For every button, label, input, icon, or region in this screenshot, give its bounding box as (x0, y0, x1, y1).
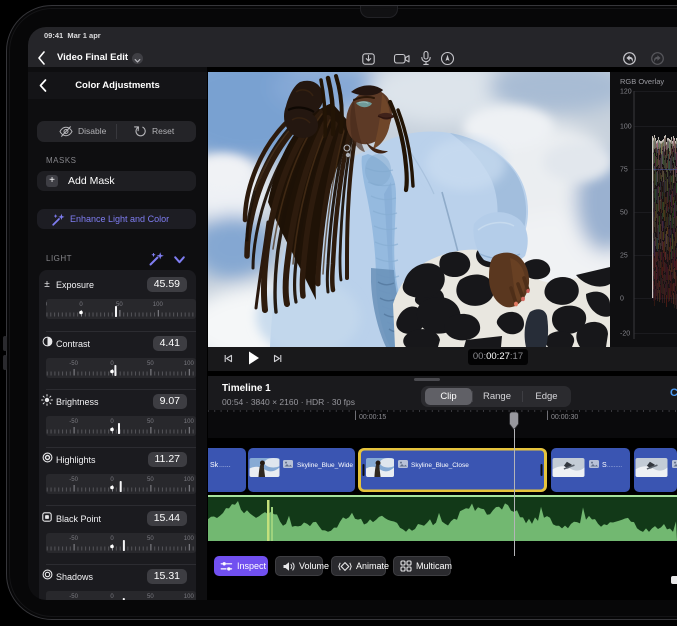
svg-text:75: 75 (620, 167, 628, 174)
svg-text:0: 0 (620, 296, 624, 303)
svg-text:00:00:30: 00:00:30 (551, 414, 578, 421)
svg-text:50: 50 (147, 594, 154, 600)
svg-text:25: 25 (620, 253, 628, 260)
svg-text:-50: -50 (46, 302, 48, 308)
svg-text:.........: ......... (607, 463, 622, 469)
svg-text:0: 0 (110, 419, 114, 425)
svg-text:50: 50 (620, 210, 628, 217)
svg-text:100: 100 (184, 594, 195, 600)
svg-text:0: 0 (110, 536, 114, 542)
svg-text:00:00:15: 00:00:15 (359, 414, 386, 421)
svg-text:100: 100 (184, 361, 195, 367)
svg-text:50: 50 (147, 477, 154, 483)
svg-text:RGB Overlay: RGB Overlay (620, 77, 664, 86)
svg-text:100: 100 (184, 419, 195, 425)
svg-text:100: 100 (184, 536, 195, 542)
svg-text:-20: -20 (620, 331, 630, 338)
svg-text:0: 0 (79, 302, 83, 308)
svg-text:50: 50 (116, 302, 123, 308)
svg-text:100: 100 (620, 124, 632, 131)
svg-text:-50: -50 (69, 594, 78, 600)
svg-text:50: 50 (147, 419, 154, 425)
svg-text:100: 100 (153, 302, 164, 308)
svg-text:50: 50 (147, 536, 154, 542)
svg-text:100: 100 (184, 477, 195, 483)
svg-text:0: 0 (110, 477, 114, 483)
svg-text:......: ...... (219, 462, 231, 469)
svg-text:Skyline_Blue_Close: Skyline_Blue_Close (411, 462, 469, 469)
svg-text:Skyline_Blue_Wide: Skyline_Blue_Wide (297, 462, 353, 469)
svg-text:-50: -50 (69, 477, 78, 483)
svg-text:-50: -50 (69, 536, 78, 542)
svg-text:-50: -50 (69, 361, 78, 367)
svg-text:50: 50 (147, 361, 154, 367)
svg-text:-50: -50 (69, 419, 78, 425)
svg-text:120: 120 (620, 89, 632, 96)
svg-text:0: 0 (110, 361, 114, 367)
svg-text:0: 0 (110, 594, 114, 600)
svg-text:Sk: Sk (210, 462, 219, 469)
